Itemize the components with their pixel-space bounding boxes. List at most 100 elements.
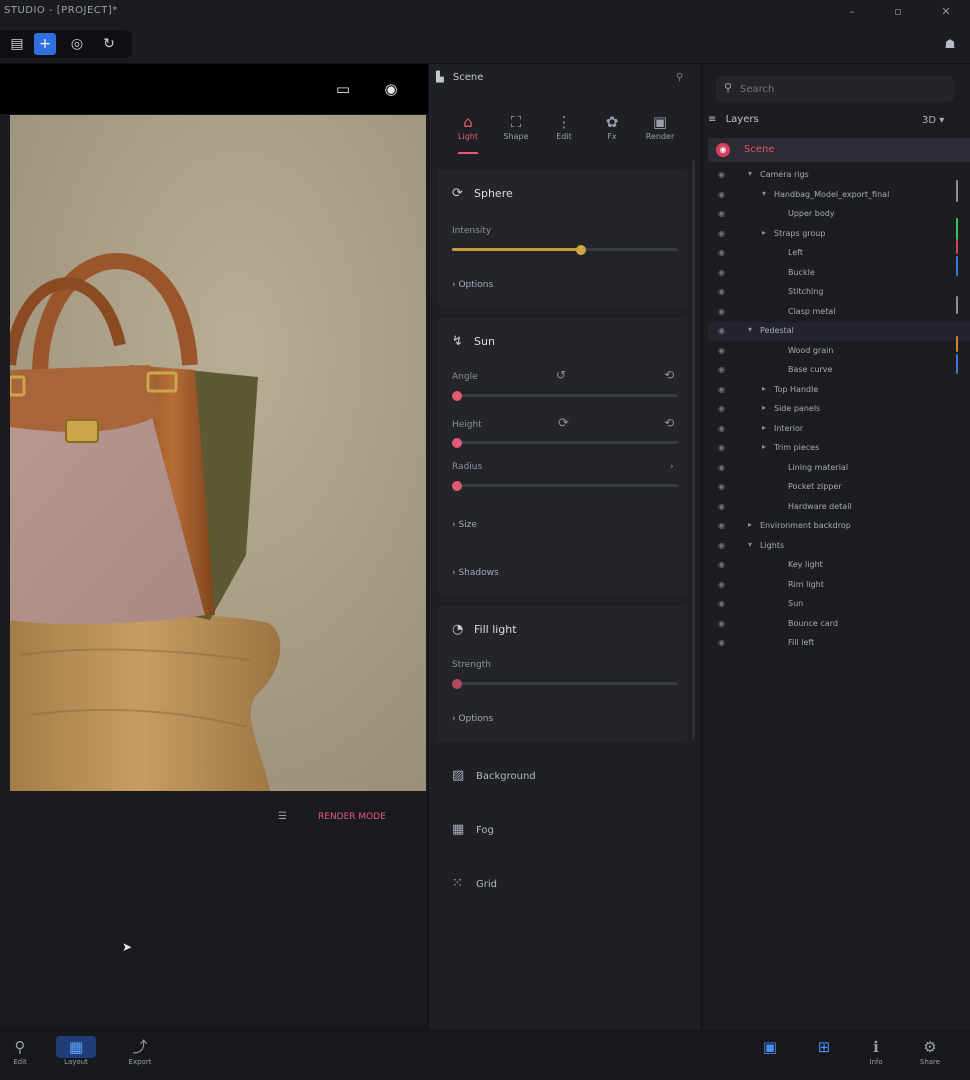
bottom-layout-button[interactable]: ▦ Layout (56, 1036, 96, 1074)
layer-row[interactable]: ◉ Bounce card (708, 615, 970, 634)
layer-row[interactable]: ◉ Left (708, 244, 970, 263)
sync-icon[interactable]: ⟳ (558, 416, 569, 431)
visibility-icon[interactable]: ◉ (718, 541, 725, 550)
bottom-edit-button[interactable]: ⚲ Edit (0, 1036, 40, 1074)
bottom-view-button[interactable]: ▣ (750, 1036, 790, 1074)
tab-edit[interactable]: ⋮ Edit (542, 112, 586, 152)
layer-row[interactable]: ◉ Lining material (708, 459, 970, 478)
radius-slider[interactable] (452, 480, 678, 491)
visibility-icon[interactable]: ◉ (718, 482, 725, 491)
layers-search-input[interactable] (716, 76, 954, 102)
expand-toggle-icon[interactable]: ▸ (762, 384, 766, 393)
strength-slider[interactable] (452, 678, 678, 689)
tab-shape[interactable]: ⛶ Shape (494, 112, 538, 152)
layer-row[interactable]: ◉ Clasp metal (708, 303, 970, 322)
close-icon[interactable]: ✕ (934, 3, 958, 21)
layer-row[interactable]: ◉ ▸ Side panels (708, 400, 970, 419)
visibility-icon[interactable]: ◉ (718, 346, 725, 355)
layer-row[interactable]: ◉ Base curve (708, 361, 970, 380)
expand-toggle-icon[interactable]: ▸ (762, 228, 766, 237)
grid-row[interactable]: ⁙ Grid (452, 876, 497, 891)
angle-slider[interactable] (452, 390, 678, 401)
maximize-icon[interactable]: ▫ (886, 3, 910, 21)
bottom-info-button[interactable]: ℹ Info (856, 1036, 896, 1074)
sphere-section-title[interactable]: ⟳ Sphere (452, 186, 513, 201)
visibility-icon[interactable]: ◉ (718, 170, 725, 179)
layer-row[interactable]: ◉ ▾ Handbag_Model_export_final (708, 186, 970, 205)
height-slider[interactable] (452, 437, 678, 448)
visibility-icon[interactable]: ◉ (718, 580, 725, 589)
intensity-slider[interactable] (452, 244, 678, 255)
bottom-share-button[interactable]: ⚙ Share (910, 1036, 950, 1074)
fill-light-section-title[interactable]: ◔ Fill light (452, 622, 517, 637)
frame-icon[interactable]: ▭ (332, 78, 354, 100)
layer-row[interactable]: ◉ Rim light (708, 576, 970, 595)
reset-icon[interactable]: ⟲ (664, 368, 674, 382)
background-row[interactable]: ▨ Background (452, 768, 536, 783)
layer-row[interactable]: ◉ Sun (708, 595, 970, 614)
tab-light[interactable]: ⌂ Light (446, 112, 490, 154)
sun-section-title[interactable]: ↯ Sun (452, 334, 495, 349)
fog-row[interactable]: ▦ Fog (452, 822, 494, 837)
sphere-options-link[interactable]: › Options (452, 280, 493, 290)
layer-row[interactable]: ◉ Wood grain (708, 342, 970, 361)
visibility-icon[interactable]: ◉ (718, 385, 725, 394)
visibility-icon[interactable]: ◉ (718, 560, 725, 569)
layer-row[interactable]: ◉ Hardware detail (708, 498, 970, 517)
user-icon[interactable]: ☗ (940, 34, 960, 54)
visibility-icon[interactable]: ◉ (718, 463, 725, 472)
intensity-slider-knob[interactable] (576, 244, 586, 255)
shadows-link[interactable]: › Shadows (452, 568, 499, 578)
layer-row[interactable]: ◉ Upper body (708, 205, 970, 224)
visibility-icon[interactable]: ◉ (718, 229, 725, 238)
layer-row[interactable]: ◉ Pocket zipper (708, 478, 970, 497)
camera-tool-icon[interactable]: ◎ (66, 33, 88, 55)
fill-options-link[interactable]: › Options (452, 714, 493, 724)
visibility-icon[interactable]: ◉ (718, 638, 725, 647)
height-slider-knob[interactable] (452, 437, 462, 448)
eye-icon[interactable]: ◉ (380, 78, 402, 100)
strength-slider-knob[interactable] (452, 678, 462, 689)
expand-toggle-icon[interactable]: ▾ (762, 189, 766, 198)
tab-render[interactable]: ▣ Render (638, 112, 682, 152)
expand-toggle-icon[interactable]: ▾ (748, 325, 752, 334)
bottom-grid-button[interactable]: ⊞ (804, 1036, 844, 1074)
expand-toggle-icon[interactable]: ▸ (762, 423, 766, 432)
expand-toggle-icon[interactable]: ▸ (762, 403, 766, 412)
visibility-icon[interactable]: ◉ (718, 619, 725, 628)
visibility-icon[interactable]: ◉ (718, 424, 725, 433)
layer-row[interactable]: ◉ Key light (708, 556, 970, 575)
layer-row[interactable]: ◉ ▸ Environment backdrop (708, 517, 970, 536)
rotate-icon[interactable]: ↺ (556, 368, 566, 382)
list-icon[interactable]: ☰ (278, 808, 287, 826)
visibility-icon[interactable]: ◉ (718, 502, 725, 511)
layer-row[interactable]: ◉ ▾ Pedestal (708, 322, 970, 341)
expand-toggle-icon[interactable]: ▸ (748, 520, 752, 529)
rotate-tool-icon[interactable]: ↻ (98, 33, 120, 55)
layer-row[interactable]: ◉ ▾ Lights (708, 537, 970, 556)
visibility-icon[interactable]: ◉ (718, 248, 725, 257)
expand-toggle-icon[interactable]: ▾ (748, 540, 752, 549)
select-tool-icon[interactable]: ▤ (6, 33, 28, 55)
visibility-icon[interactable]: ◉ (718, 365, 725, 374)
layer-row[interactable]: ◉ ▸ Straps group (708, 225, 970, 244)
expand-toggle-icon[interactable]: ▾ (748, 169, 752, 178)
visibility-icon[interactable]: ◉ (718, 307, 725, 316)
layers-view-dropdown[interactable]: 3D ▾ (922, 115, 944, 126)
visibility-icon[interactable]: ◉ (718, 209, 725, 218)
expand-toggle-icon[interactable]: ▸ (762, 442, 766, 451)
pin-icon[interactable]: ⚲ (676, 72, 683, 83)
visibility-icon[interactable]: ◉ (718, 599, 725, 608)
layer-row[interactable]: ◉ Fill left (708, 634, 970, 653)
visibility-icon[interactable]: ◉ (718, 404, 725, 413)
visibility-icon[interactable]: ◉ (718, 326, 725, 335)
visibility-icon[interactable]: ◉ (718, 521, 725, 530)
layer-row[interactable]: ◉ ▸ Trim pieces (708, 439, 970, 458)
reset-height-icon[interactable]: ⟲ (664, 416, 674, 430)
tab-fx[interactable]: ✿ Fx (590, 112, 634, 152)
visibility-icon[interactable]: ◉ (718, 443, 725, 452)
properties-scrollbar[interactable] (692, 160, 695, 740)
layer-row[interactable]: ◉ ▸ Interior (708, 420, 970, 439)
add-tool-icon[interactable]: + (34, 33, 56, 55)
render-canvas[interactable] (10, 115, 426, 791)
